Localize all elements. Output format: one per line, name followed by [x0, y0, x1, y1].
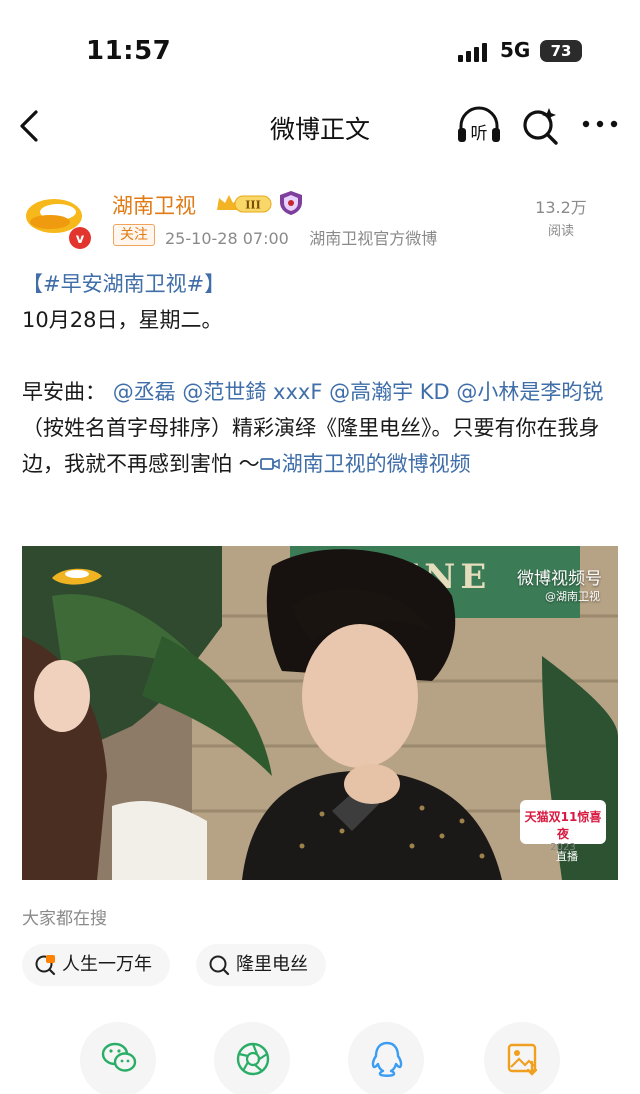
post-date-line: 10月28日，星期二。	[22, 308, 223, 332]
song-prefix: 早安曲：	[22, 380, 106, 404]
view-count-label: 阅读	[547, 224, 574, 239]
wechat-icon	[101, 1042, 137, 1072]
svg-text:v: v	[76, 232, 85, 247]
hashtag-link[interactable]: 【#早安湖南卫视#】	[22, 272, 225, 296]
event-badge: 天猫双11惊喜夜 2023	[520, 800, 606, 853]
listen-label: 听	[471, 124, 488, 144]
trending-chip-label: 隆里电丝	[236, 954, 308, 975]
search-icon	[209, 955, 230, 976]
author-name[interactable]: 湖南卫视	[112, 190, 196, 220]
share-qq-button[interactable]	[348, 1022, 424, 1094]
author-header: v 湖南卫视 III 关注 25-10-28 07:00 湖南卫视官方微博 13…	[0, 184, 640, 256]
video-camera-icon	[259, 458, 280, 470]
shield-badge-icon	[280, 191, 302, 215]
post-timestamp: 25-10-28 07:00	[165, 229, 289, 248]
signal-icon	[458, 42, 492, 62]
search-sparkle-icon[interactable]	[520, 106, 560, 146]
status-bar: 11:57 5G 73	[0, 0, 640, 100]
share-save-image-button[interactable]	[484, 1022, 560, 1094]
qq-icon	[371, 1041, 403, 1077]
follow-button[interactable]: 关注	[113, 224, 155, 246]
mention-link[interactable]: @高瀚宇 KD	[329, 380, 450, 404]
headphones-icon[interactable]: 听	[456, 104, 502, 146]
share-wechat-button[interactable]	[80, 1022, 156, 1094]
video-link[interactable]: 湖南卫视的微博视频	[259, 452, 471, 476]
nav-bar: 微博正文 听	[0, 98, 640, 154]
crown-level-icon: III	[217, 195, 272, 213]
video-watermark-sub: @湖南卫视	[545, 590, 600, 603]
avatar[interactable]: v	[22, 190, 94, 250]
event-badge-title: 天猫双11惊喜夜	[524, 810, 602, 841]
mention-link[interactable]: @范世錡 xxxF	[182, 380, 322, 404]
video-link-label: 湖南卫视的微博视频	[281, 452, 471, 476]
battery-icon: 73	[540, 40, 582, 62]
mention-link[interactable]: @丞磊	[113, 380, 176, 404]
trending-chip-label: 人生一万年	[62, 954, 152, 975]
video-player[interactable]: SATINE 微博视频号 @湖南卫视 天猫双11惊喜夜 2023 直播	[22, 546, 618, 880]
video-watermark: 微博视频号	[517, 569, 602, 589]
more-dots-icon[interactable]	[580, 112, 620, 136]
live-label: 直播	[556, 850, 578, 863]
mention-link[interactable]: @小林是李昀锐	[456, 380, 603, 404]
network-label: 5G	[500, 38, 531, 62]
hot-search-icon	[35, 955, 56, 976]
moments-icon	[236, 1042, 270, 1076]
view-count: 13.2万 阅读	[526, 194, 596, 239]
trending-chip[interactable]: 人生一万年	[22, 944, 170, 986]
level-badge-label: III	[245, 199, 260, 212]
post-source: 湖南卫视官方微博	[309, 229, 438, 248]
view-count-value: 13.2万	[535, 198, 587, 217]
trending-chip[interactable]: 隆里电丝	[196, 944, 326, 986]
save-image-icon	[507, 1043, 538, 1076]
post-body: 【#早安湖南卫视#】 10月28日，星期二。 早安曲： @丞磊 @范世錡 xxx…	[22, 266, 612, 482]
share-moments-button[interactable]	[214, 1022, 290, 1094]
status-time: 11:57	[86, 36, 172, 66]
trending-title: 大家都在搜	[22, 909, 107, 929]
post-meta: 25-10-28 07:00 湖南卫视官方微博	[165, 225, 437, 249]
